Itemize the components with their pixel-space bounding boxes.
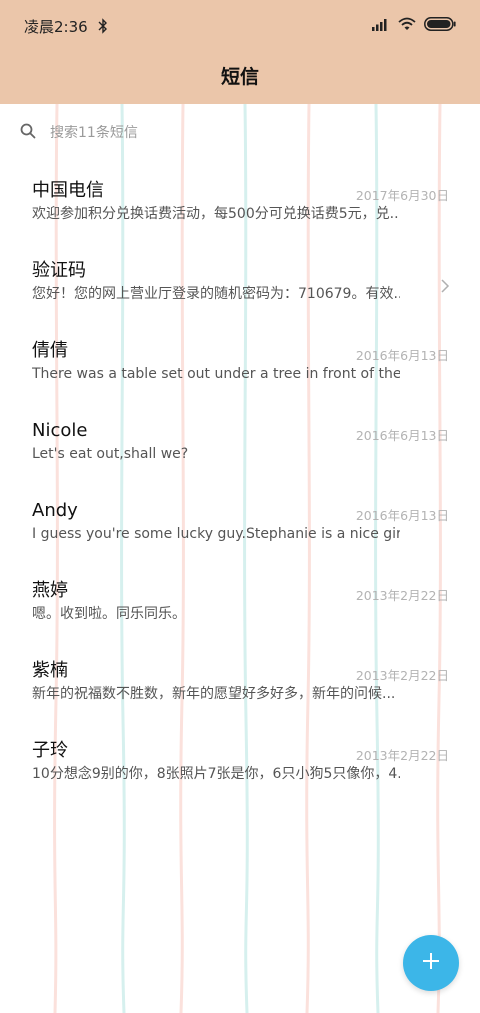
message-date: 2013年2月22日 <box>355 668 449 683</box>
message-date: 2017年6月30日 <box>355 188 449 203</box>
message-item[interactable]: Nicole Let's eat out,shall we? 2016年6月13… <box>0 400 480 480</box>
battery-icon <box>424 17 456 35</box>
message-preview: Let's eat out,shall we? <box>32 446 189 462</box>
new-message-button[interactable] <box>403 935 459 991</box>
chevron-right-icon <box>440 278 450 298</box>
message-date: 2016年6月13日 <box>355 348 449 363</box>
message-preview: I guess you're some lucky guy.Stephanie … <box>32 526 400 542</box>
message-date: 2013年2月22日 <box>355 748 449 763</box>
wifi-icon <box>398 17 416 35</box>
status-bar: 凌晨2:36 <box>0 0 480 52</box>
page-title: 短信 <box>220 66 259 88</box>
message-sender: 验证码 <box>32 260 86 281</box>
status-time: 凌晨2:36 <box>24 17 88 36</box>
message-item[interactable]: 紫楠 新年的祝福数不胜数，新年的愿望好多好多，新年的问候... 2013年2月2… <box>0 640 480 720</box>
message-preview: 新年的祝福数不胜数，新年的愿望好多好多，新年的问候... <box>32 686 396 702</box>
message-preview: 嗯。收到啦。同乐同乐。 <box>32 606 186 622</box>
message-preview: 您好！您的网上营业厅登录的随机密码为：710679。有效... <box>32 286 400 302</box>
message-item[interactable]: 燕婷 嗯。收到啦。同乐同乐。 2013年2月22日 <box>0 560 480 640</box>
message-date: 2016年6月13日 <box>355 508 449 523</box>
status-icons <box>372 17 456 35</box>
message-item[interactable]: 验证码 您好！您的网上营业厅登录的随机密码为：710679。有效... <box>0 240 480 320</box>
message-preview: There was a table set out under a tree i… <box>32 366 400 382</box>
search-icon <box>20 123 36 143</box>
message-item[interactable]: 子玲 10分想念9别的你，8张照片7张是你，6只小狗5只像你，4... 2013… <box>0 720 480 800</box>
message-item[interactable]: Andy I guess you're some lucky guy.Steph… <box>0 480 480 560</box>
message-date: 2013年2月22日 <box>355 588 449 603</box>
message-preview: 欢迎参加积分兑换话费活动，每500分可兑换话费5元，兑... <box>32 206 400 222</box>
message-item[interactable]: 中国电信 欢迎参加积分兑换话费活动，每500分可兑换话费5元，兑... 2017… <box>0 160 480 240</box>
message-item[interactable]: 倩倩 There was a table set out under a tre… <box>0 320 480 400</box>
plus-icon <box>421 951 441 975</box>
message-list: 中国电信 欢迎参加积分兑换话费活动，每500分可兑换话费5元，兑... 2017… <box>0 160 480 800</box>
messages-screen: 凌晨2:36 短信 搜索11条短信 中国电信 欢迎参加积分兑换话费活动，每500… <box>0 0 480 1013</box>
bluetooth-icon <box>98 18 108 34</box>
search-bar[interactable] <box>20 120 460 146</box>
message-date: 2016年6月13日 <box>355 428 449 443</box>
app-header: 凌晨2:36 短信 <box>0 0 480 104</box>
search-input[interactable] <box>50 125 430 141</box>
message-preview: 10分想念9别的你，8张照片7张是你，6只小狗5只像你，4... <box>32 766 400 782</box>
signal-icon <box>372 17 390 35</box>
